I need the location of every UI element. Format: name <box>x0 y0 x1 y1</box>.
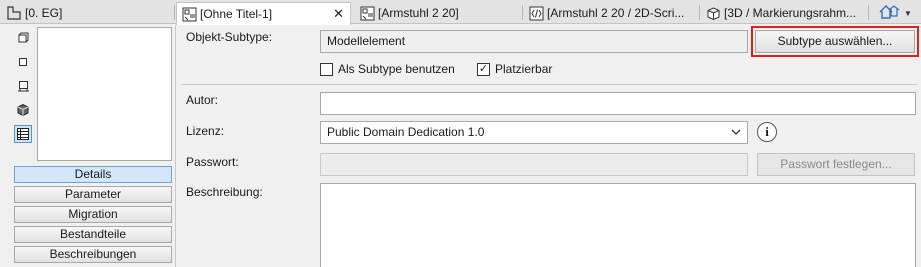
placeable-checkbox[interactable]: ✓ Platzierbar <box>477 62 552 76</box>
tab-label: [Armstuhl 2 20] <box>378 6 459 20</box>
description-label: Beschreibung: <box>186 185 263 199</box>
tab-armstuhl[interactable]: [Armstuhl 2 20] <box>355 2 518 24</box>
3d-cube-icon <box>705 5 721 21</box>
left-panel: Details Parameter Migration Bestandteile… <box>0 25 176 267</box>
2d-view-icon[interactable] <box>14 53 32 71</box>
subtype-field: Modellelement <box>320 30 748 53</box>
floor-plan-icon <box>6 5 22 21</box>
navigator-dropdown[interactable]: ▼ <box>868 2 921 24</box>
nav-parameter-button[interactable]: Parameter <box>14 186 172 203</box>
license-value: Public Domain Dedication 1.0 <box>327 125 485 139</box>
tab-separator <box>174 5 175 20</box>
highlight-frame <box>751 26 919 57</box>
info-icon[interactable]: i <box>757 122 777 142</box>
author-input[interactable] <box>320 92 916 115</box>
section-view-icon[interactable] <box>14 77 32 95</box>
house-icon <box>878 4 900 23</box>
object-preview <box>37 27 172 161</box>
script-icon <box>528 5 544 21</box>
license-select[interactable]: Public Domain Dedication 1.0 <box>320 121 748 144</box>
author-label: Autor: <box>186 93 219 107</box>
details-panel: Objekt-Subtype: Modellelement Subtype au… <box>177 25 921 267</box>
object-editor-icon <box>181 6 197 22</box>
use-as-subtype-checkbox[interactable]: Als Subtype benutzen <box>320 62 455 76</box>
password-label: Passwort: <box>186 155 239 169</box>
close-icon[interactable]: ✕ <box>333 6 344 22</box>
license-label: Lizenz: <box>186 124 225 138</box>
tab-label: [3D / Markierungsrahm... <box>724 6 857 20</box>
checkbox-box[interactable] <box>320 62 333 76</box>
tab-separator <box>699 5 700 20</box>
tab-3d-markierungsrahmen[interactable]: [3D / Markierungsrahm... <box>701 2 866 24</box>
set-password-button[interactable]: Passwort festlegen... <box>757 153 915 176</box>
tab-armstuhl-2d-script[interactable]: [Armstuhl 2 20 / 2D-Scri... <box>524 2 696 24</box>
description-textarea[interactable] <box>320 183 916 267</box>
chevron-down-icon: ▼ <box>904 8 912 18</box>
password-field <box>320 153 748 176</box>
tab-label: [Ohne Titel-1] <box>200 7 273 21</box>
nav-details-button[interactable]: Details <box>14 166 172 183</box>
tab-ohne-titel[interactable]: [Ohne Titel-1] ✕ <box>176 2 351 25</box>
nav-migration-button[interactable]: Migration <box>14 206 172 223</box>
tab-label: [Armstuhl 2 20 / 2D-Scri... <box>547 6 685 20</box>
chevron-down-icon <box>731 122 741 151</box>
checkbox-box-checked[interactable]: ✓ <box>477 62 490 76</box>
view-icon-column <box>14 29 34 149</box>
use-as-subtype-label: Als Subtype benutzen <box>338 62 455 76</box>
nav-bestandteile-button[interactable]: Bestandteile <box>14 226 172 243</box>
tab-separator <box>522 5 523 20</box>
tab-bar: [0. EG] [Ohne Titel-1] ✕ [Armstuhl 2 20]… <box>0 0 921 25</box>
object-editor-icon <box>359 5 375 21</box>
tab-label: [0. EG] <box>25 6 63 20</box>
2d-symbol-icon[interactable] <box>14 29 32 47</box>
subtype-label: Objekt-Subtype: <box>186 30 273 44</box>
placeable-label: Platzierbar <box>495 62 553 76</box>
tab-floor-plan[interactable]: [0. EG] <box>2 2 172 24</box>
parameters-view-icon[interactable] <box>14 125 32 143</box>
3d-view-icon[interactable] <box>14 101 32 119</box>
divider <box>181 84 917 85</box>
nav-beschreibungen-button[interactable]: Beschreibungen <box>14 246 172 263</box>
